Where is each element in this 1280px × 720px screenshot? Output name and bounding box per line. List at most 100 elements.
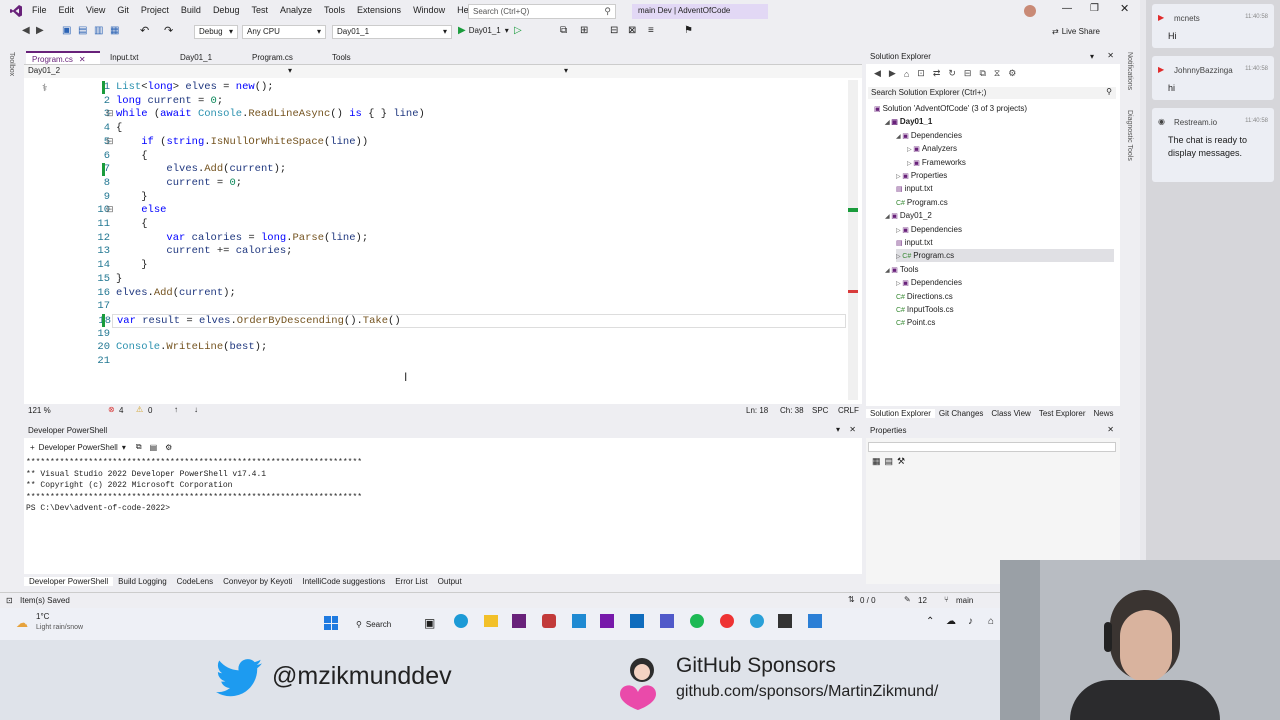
- tab-day01-1[interactable]: Day01_1: [174, 51, 240, 65]
- menu-item-extensions[interactable]: Extensions: [351, 5, 407, 15]
- se-tab-news[interactable]: News: [1090, 409, 1118, 418]
- config-select[interactable]: Debug ▾: [194, 25, 238, 39]
- nav-project[interactable]: Day01_2: [28, 66, 60, 75]
- code-line[interactable]: 12 var calories = long.Parse(line);: [24, 232, 844, 246]
- open-icon[interactable]: ▤: [78, 25, 87, 36]
- code-line[interactable]: 13 current += calories;: [24, 245, 844, 259]
- se-tab-git-changes[interactable]: Git Changes: [935, 409, 987, 418]
- line-number[interactable]: Ln: 18: [746, 406, 768, 415]
- tab-input-txt[interactable]: Input.txt: [104, 51, 168, 65]
- save-all-icon[interactable]: ▦: [110, 25, 119, 36]
- terminal-icon[interactable]: [778, 614, 792, 628]
- changes-count[interactable]: 12: [918, 596, 927, 605]
- se-tab-test-explorer[interactable]: Test Explorer: [1035, 409, 1090, 418]
- file-explorer-icon[interactable]: [484, 615, 498, 627]
- spacing-mode[interactable]: SPC: [812, 406, 828, 415]
- menu-item-debug[interactable]: Debug: [207, 5, 246, 15]
- save-icon[interactable]: ▥: [94, 25, 103, 36]
- collapse-icon[interactable]: ⊟: [106, 108, 114, 119]
- toolbar-icon-2[interactable]: ⊞: [580, 25, 588, 36]
- tray-chevron-icon[interactable]: ⌃: [926, 616, 934, 627]
- tab-close-icon[interactable]: ✕: [79, 55, 86, 64]
- tree-item-directions-cs[interactable]: C# Directions.cs: [896, 290, 1114, 303]
- categorized-icon[interactable]: ▦: [872, 456, 881, 467]
- new-file-icon[interactable]: ▣: [62, 25, 71, 36]
- menu-item-git[interactable]: Git: [111, 5, 135, 15]
- vscode-icon[interactable]: [572, 614, 586, 628]
- tab-program-cs[interactable]: Program.cs ✕: [26, 51, 100, 65]
- code-line[interactable]: 20 Console.WriteLine(best);: [24, 341, 844, 355]
- code-line[interactable]: 18var result = elves.OrderByDescending()…: [98, 313, 846, 328]
- tree-item-input-txt[interactable]: ▤ input.txt: [896, 236, 1114, 249]
- code-line[interactable]: 19: [24, 328, 844, 342]
- diagnostic-tools-label[interactable]: Diagnostic Tools: [1126, 110, 1133, 161]
- app-icon[interactable]: [750, 614, 764, 628]
- se-tab-class-view[interactable]: Class View: [987, 409, 1034, 418]
- cloud-icon[interactable]: ☁: [946, 616, 956, 627]
- code-line[interactable]: 11 {: [24, 218, 844, 232]
- bookmark-icon[interactable]: ⚑: [684, 25, 693, 36]
- tab-tools[interactable]: Tools: [326, 51, 366, 65]
- edge-icon[interactable]: [454, 614, 468, 628]
- search-input[interactable]: Search (Ctrl+Q) ⚲: [468, 4, 616, 19]
- error-count[interactable]: 4: [119, 406, 123, 415]
- tree-item-day01-1[interactable]: ◢ ▣ Day01_1: [885, 115, 1114, 128]
- chrome-icon[interactable]: [720, 614, 734, 628]
- nav-dropdown-2-icon[interactable]: ▾: [564, 66, 568, 75]
- menu-item-edit[interactable]: Edit: [53, 5, 81, 15]
- code-line[interactable]: 16 elves.Add(current);: [24, 287, 844, 301]
- bottom-tab-intellicode-suggestions[interactable]: IntelliCode suggestions: [298, 577, 391, 586]
- tree-item-day01-2[interactable]: ◢ ▣ Day01_2: [885, 209, 1114, 222]
- start-button[interactable]: ▶ Day01_1 ▾: [458, 25, 509, 36]
- down-arrow-icon[interactable]: ↓: [194, 405, 198, 414]
- maximize-icon[interactable]: ❐: [1090, 3, 1099, 14]
- startup-project-select[interactable]: Day01_1 ▾: [332, 25, 452, 39]
- code-line[interactable]: 1 List<long> elves = new();: [24, 81, 844, 95]
- code-line[interactable]: 3 while (await Console.ReadLineAsync() is…: [24, 108, 844, 122]
- code-line[interactable]: 4{: [24, 122, 844, 136]
- notifications-label[interactable]: Notifications: [1126, 52, 1133, 90]
- clear-icon[interactable]: ▤: [150, 443, 158, 452]
- se-pin-icon[interactable]: ▾: [1090, 52, 1094, 61]
- toolbox-label[interactable]: Toolbox: [8, 52, 15, 76]
- code-line[interactable]: 17: [24, 300, 844, 314]
- terminal-close-icon[interactable]: ✕: [849, 425, 856, 434]
- forward-icon[interactable]: ▶: [36, 25, 44, 36]
- tree-item-program-cs[interactable]: ▷ C# Program.cs: [896, 249, 1114, 263]
- redo-icon[interactable]: ↷: [164, 24, 173, 37]
- notepad-icon[interactable]: [808, 614, 822, 628]
- menu-item-tools[interactable]: Tools: [318, 5, 351, 15]
- se-refresh-icon[interactable]: ↻: [948, 68, 956, 79]
- visual-studio-taskbar-icon[interactable]: [512, 614, 526, 628]
- se-close-icon[interactable]: ✕: [1107, 51, 1114, 60]
- taskbar-search[interactable]: ⚲ Search: [356, 616, 414, 632]
- alphabetical-icon[interactable]: ▤: [885, 456, 894, 467]
- menu-item-view[interactable]: View: [80, 5, 111, 15]
- code-line[interactable]: 15}: [24, 273, 844, 287]
- code-line[interactable]: 2 long current = 0;: [24, 95, 844, 109]
- menu-item-project[interactable]: Project: [135, 5, 175, 15]
- spotify-icon[interactable]: [690, 614, 704, 628]
- code-line[interactable]: 10 else: [24, 204, 844, 218]
- tab-program-cs[interactable]: Program.cs: [246, 51, 320, 65]
- bottom-tab-conveyor-by-keyoti[interactable]: Conveyor by Keyoti: [218, 577, 297, 586]
- menu-item-test[interactable]: Test: [245, 5, 274, 15]
- bottom-tab-output[interactable]: Output: [433, 577, 467, 586]
- line-ending[interactable]: CRLF: [838, 406, 859, 415]
- start-icon[interactable]: [324, 616, 338, 630]
- tree-item-frameworks[interactable]: ▷ ▣ Frameworks: [907, 156, 1114, 169]
- code-line[interactable]: 7 elves.Add(current);: [24, 163, 844, 177]
- bottom-tab-codelens[interactable]: CodeLens: [172, 577, 218, 586]
- se-tab-solution-explorer[interactable]: Solution Explorer: [866, 408, 935, 418]
- warning-count[interactable]: 0: [148, 406, 152, 415]
- live-share-button[interactable]: ⇄ Live Share: [1052, 27, 1100, 36]
- start-without-debug-icon[interactable]: ▷: [514, 25, 522, 36]
- network-icon[interactable]: ⌂: [988, 616, 994, 627]
- platform-select[interactable]: Any CPU ▾: [242, 25, 326, 39]
- toolbar-icon-3[interactable]: ⊟: [610, 25, 618, 36]
- toolbar-icon-4[interactable]: ⊠: [628, 25, 636, 36]
- code-line[interactable]: 8 current = 0;: [24, 177, 844, 191]
- code-line[interactable]: 6 {: [24, 150, 844, 164]
- menu-item-file[interactable]: File: [26, 5, 53, 15]
- branch-name[interactable]: main: [956, 596, 973, 605]
